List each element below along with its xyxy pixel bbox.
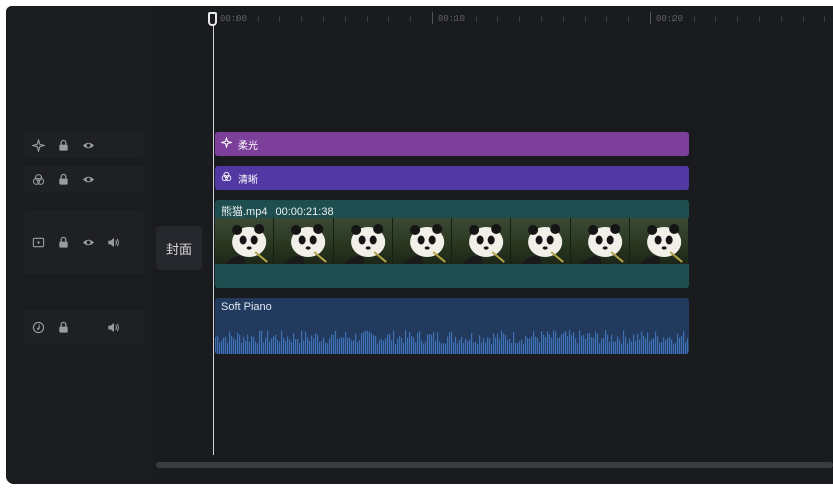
ruler-tick [584,16,586,22]
playhead-line [213,20,214,455]
lock-icon[interactable] [57,321,70,334]
ruler-label-20: 00:20 [656,14,684,24]
video-thumbnail [511,218,571,264]
video-track-controls [24,210,144,274]
ruler-tick [628,16,630,22]
lock-icon[interactable] [57,236,70,249]
eye-icon[interactable] [82,173,95,186]
ruler-tick [279,16,281,22]
ruler-tick [715,16,717,22]
track-controls-panel [6,6,156,484]
audio-clip[interactable]: Soft Piano [215,298,689,354]
ruler-tick [780,16,782,22]
lock-icon[interactable] [57,173,70,186]
ruler-tick [410,16,412,22]
audio-title: Soft Piano [221,301,272,313]
ruler-tick [802,16,804,22]
ruler-label-0: 00:00 [220,14,248,24]
filter-clip-label: 清晰 [238,174,258,186]
ruler-tick [432,12,433,24]
video-thumbnail [274,218,334,264]
sparkle-icon [32,138,45,152]
lock-icon[interactable] [57,139,70,152]
sparkle-icon [219,135,234,151]
ruler-tick [388,16,390,22]
ruler-tick [497,16,499,22]
timeline-panel: 00:00 00:10 00:20 封面 柔光 清晰 熊猫.mp4 00:00:2… [6,6,833,484]
video-thumbnail [392,218,452,264]
music-note-icon [32,321,45,334]
ruler-tick [650,12,651,24]
ruler-tick [344,16,346,22]
video-clip[interactable]: 熊猫.mp4 00:00:21:38 [215,200,689,288]
filter-circles-icon [32,173,45,186]
video-thumbnail [333,218,393,264]
video-thumbnail [629,218,689,264]
ruler-tick [737,16,739,22]
audio-waveform [215,330,689,354]
video-thumbnail [215,218,275,264]
ruler-tick [257,16,259,22]
ruler-tick [759,16,760,22]
effect-clip-label: 柔光 [238,140,258,152]
video-frame-icon [32,236,45,249]
ruler-tick [562,16,564,22]
ruler-tick [323,16,324,22]
video-duration: 00:00:21:38 [275,206,334,218]
ruler-tick [301,16,303,22]
effect-track-controls [24,132,144,158]
horizontal-scrollbar[interactable] [156,462,833,468]
cover-button[interactable]: 封面 [156,226,202,270]
speaker-icon[interactable] [107,236,120,249]
ruler-label-10: 00:10 [438,14,466,24]
eye-icon[interactable] [82,139,95,152]
speaker-icon[interactable] [107,321,120,334]
ruler-tick [606,16,608,22]
filter-track-controls [24,166,144,192]
soft-light-effect-clip[interactable]: 柔光 [215,132,689,156]
eye-icon[interactable] [82,236,95,249]
ruler-tick [366,16,368,22]
filter-circles-icon [221,171,232,185]
ruler-tick [475,16,477,22]
playhead-handle[interactable] [208,12,217,26]
video-filename: 熊猫.mp4 [221,206,268,218]
ruler-tick [541,16,542,22]
ruler-tick [693,16,695,22]
ruler-tick [824,16,826,22]
video-thumbnail [452,218,512,264]
video-thumbnails [215,218,689,264]
audio-track-controls [24,310,144,344]
video-thumbnail [570,218,630,264]
ruler-tick [519,16,521,22]
clear-filter-clip[interactable]: 清晰 [215,166,689,190]
time-ruler[interactable]: 00:00 00:10 00:20 [156,6,833,32]
